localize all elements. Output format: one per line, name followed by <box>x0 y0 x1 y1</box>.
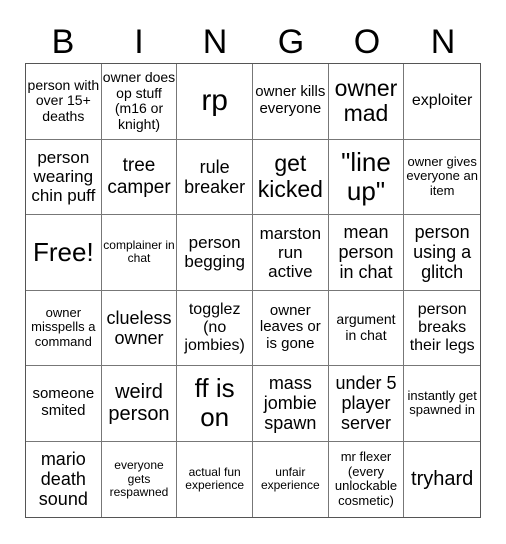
bingo-cell[interactable]: under 5 player server <box>328 366 405 442</box>
bingo-cell[interactable]: person with over 15+ deaths <box>26 64 102 140</box>
bingo-cell[interactable]: tryhard <box>404 442 480 518</box>
bingo-cell[interactable]: person using a glitch <box>404 215 480 291</box>
bingo-cell[interactable]: get kicked <box>252 139 329 215</box>
bingo-cell[interactable]: argument in chat <box>328 290 405 366</box>
bingo-cell[interactable]: owner leaves or is gone <box>252 290 329 366</box>
bingo-cell[interactable]: rp <box>177 64 253 140</box>
bingo-cell[interactable]: owner does op stuff (m16 or knight) <box>101 64 178 140</box>
bingo-cell[interactable]: mass jombie spawn <box>252 366 329 442</box>
bingo-cell[interactable]: someone smited <box>26 366 102 442</box>
bingo-cell[interactable]: owner kills everyone <box>252 64 329 140</box>
header-letter: B <box>51 23 75 61</box>
bingo-cell[interactable]: tree camper <box>101 139 178 215</box>
header-letter: G <box>277 23 305 61</box>
bingo-header: BINGON <box>25 22 481 62</box>
bingo-cell[interactable]: person begging <box>177 215 253 291</box>
header-letter: N <box>202 23 228 61</box>
bingo-cell[interactable]: Free! <box>26 215 102 291</box>
bingo-cell[interactable]: person breaks their legs <box>404 291 480 366</box>
bingo-cell[interactable]: weird person <box>101 366 178 442</box>
header-letter: O <box>353 23 381 61</box>
bingo-cell[interactable]: actual fun experience <box>177 441 253 517</box>
bingo-cell[interactable]: "line up" <box>328 139 405 215</box>
bingo-cell[interactable]: mario death sound <box>26 441 102 517</box>
bingo-cell[interactable]: mean person in chat <box>328 215 405 291</box>
bingo-cell[interactable]: person wearing chin puff <box>26 139 102 215</box>
bingo-cell[interactable]: togglez (no jombies) <box>177 290 253 366</box>
bingo-cell[interactable]: marston run active <box>252 215 329 291</box>
bingo-cell[interactable]: instantly get spawned in <box>404 366 480 442</box>
bingo-cell[interactable]: owner mad <box>328 64 405 140</box>
bingo-cell[interactable]: rule breaker <box>177 139 253 215</box>
header-letter: N <box>430 23 456 61</box>
bingo-cell[interactable]: unfair experience <box>253 441 329 517</box>
bingo-cell[interactable]: ff is on <box>177 366 253 442</box>
bingo-cell[interactable]: everyone gets respawned <box>102 441 178 517</box>
bingo-cell[interactable]: mr flexer (every unlockable cosmetic) <box>329 441 405 517</box>
bingo-cell[interactable]: owner gives everyone an item <box>404 140 480 215</box>
bingo-grid: person with over 15+ deaths owner does op… <box>25 63 481 518</box>
bingo-cell[interactable]: owner misspells a command <box>26 290 102 366</box>
header-letter: I <box>134 23 144 61</box>
bingo-cell[interactable]: exploiter <box>404 64 480 140</box>
bingo-cell[interactable]: complainer in chat <box>101 215 178 291</box>
bingo-cell[interactable]: clueless owner <box>101 290 178 366</box>
